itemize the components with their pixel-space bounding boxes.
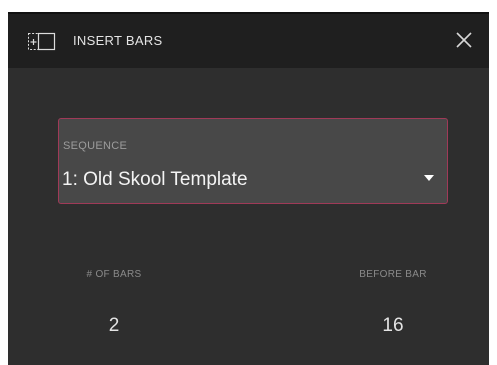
sequence-value: 1: Old Skool Template [62,169,248,190]
before-bar-label: BEFORE BAR [359,269,427,280]
caret-down-icon [424,175,434,181]
sequence-dropdown[interactable]: SEQUENCE 1: Old Skool Template [58,118,448,204]
num-bars-value[interactable]: 2 [94,315,134,337]
num-bars-label: # OF BARS [86,269,142,280]
dialog-titlebar: INSERT BARS [8,14,489,68]
insert-bars-dialog: INSERT BARS SEQUENCE 1: Old Skool Templa… [8,12,489,365]
before-bar-value[interactable]: 16 [373,315,413,337]
close-icon[interactable] [453,29,475,51]
dialog-title: INSERT BARS [73,33,163,48]
sequence-label: SEQUENCE [63,140,128,152]
insert-bars-icon [28,31,56,51]
